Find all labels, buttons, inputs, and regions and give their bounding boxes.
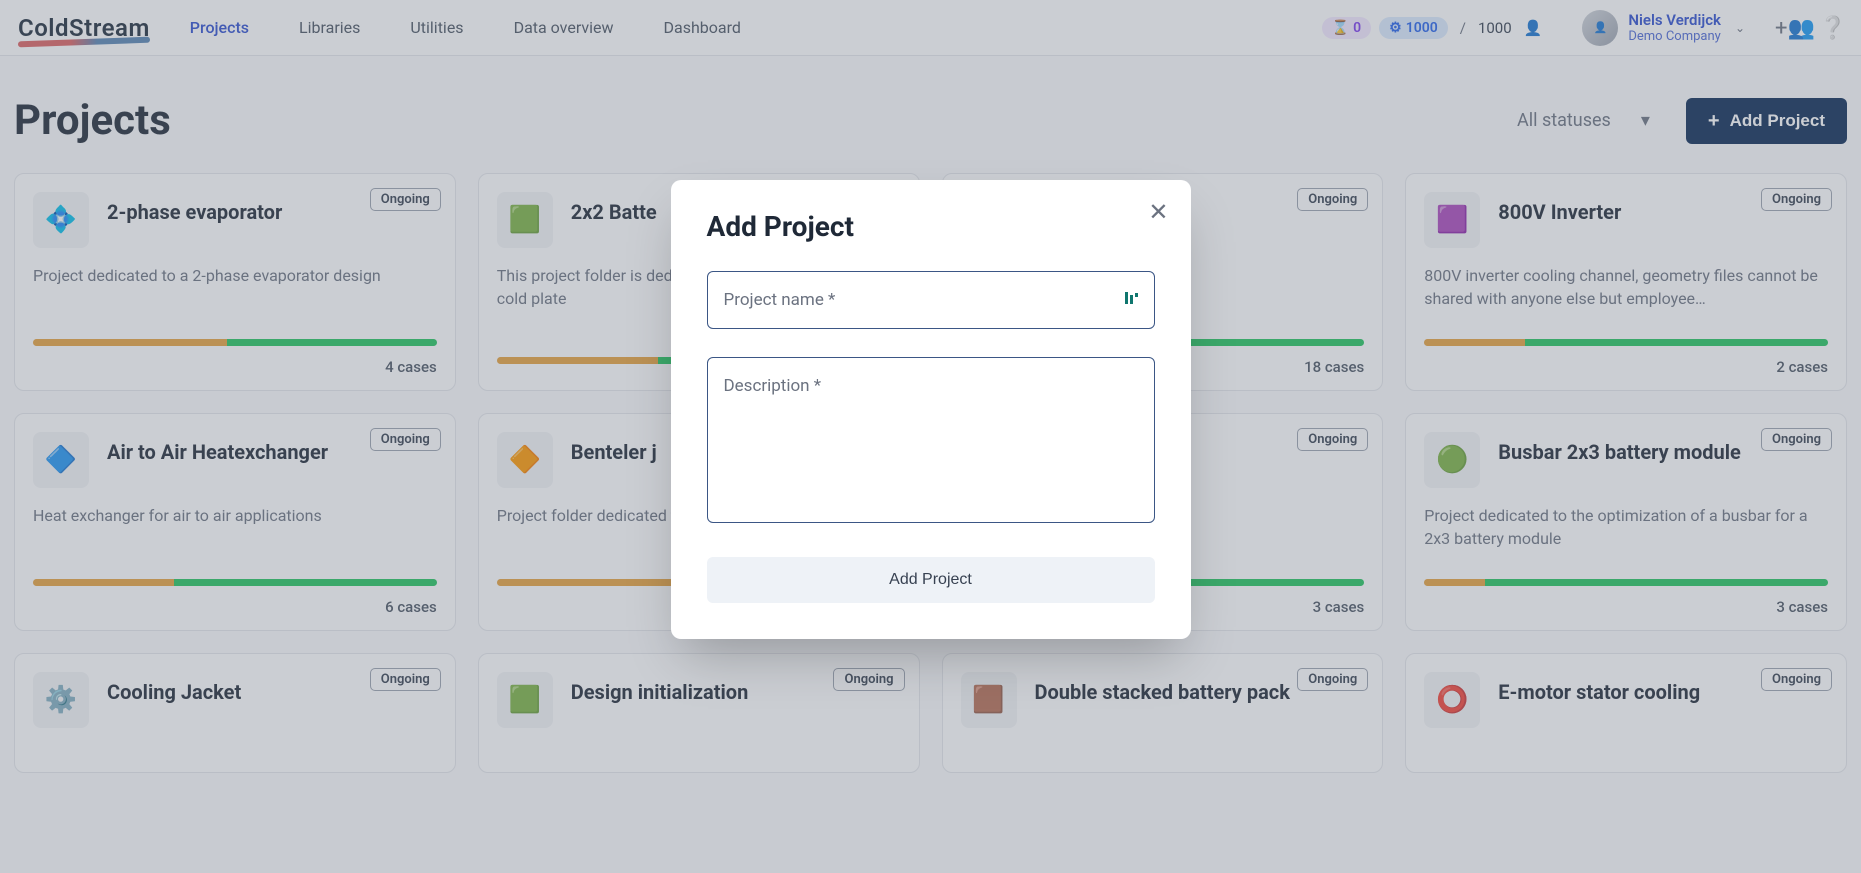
- project-desc-field: Description *: [707, 357, 1155, 523]
- add-project-modal: Add Project ✕ Project name * Description…: [671, 180, 1191, 639]
- project-name-field: Project name *: [707, 271, 1155, 329]
- close-icon: ✕: [1148, 199, 1168, 226]
- modal-overlay[interactable]: Add Project ✕ Project name * Description…: [0, 0, 1861, 873]
- modal-submit-button[interactable]: Add Project: [707, 557, 1155, 603]
- project-name-input[interactable]: [708, 272, 1154, 328]
- modal-title: Add Project: [707, 210, 1155, 243]
- field-icon: [1124, 290, 1140, 310]
- modal-submit-label: Add Project: [889, 571, 972, 588]
- modal-close-button[interactable]: ✕: [1148, 198, 1168, 227]
- project-desc-input[interactable]: [708, 358, 1154, 518]
